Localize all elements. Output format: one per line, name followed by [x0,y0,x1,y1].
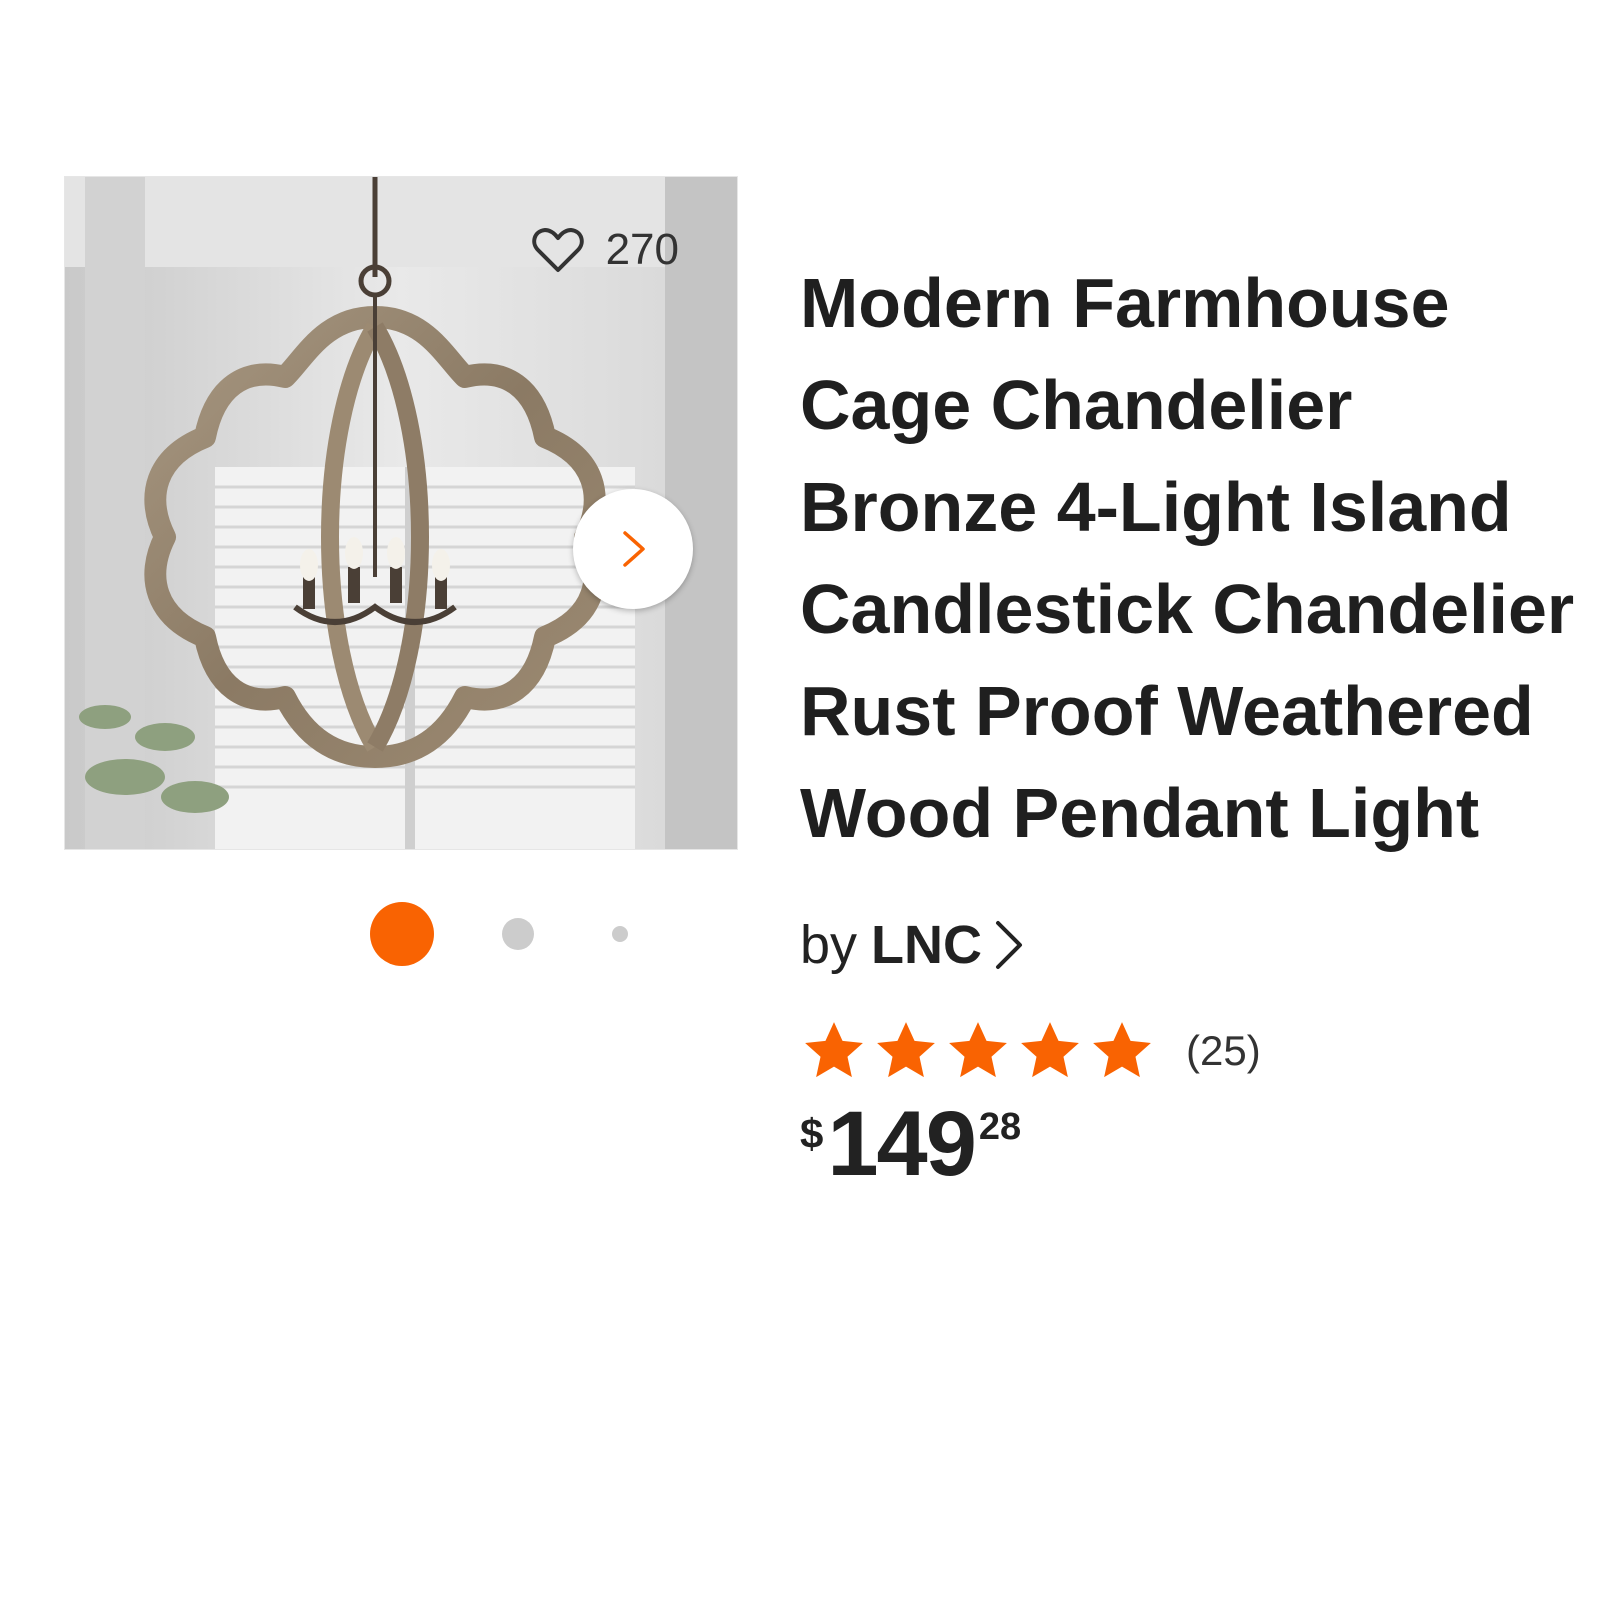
chevron-right-icon [996,921,1023,969]
price-dollars: 149 [827,1093,976,1195]
brand-prefix: by [800,915,858,975]
carousel-dot-active[interactable] [370,902,434,966]
star-rating [800,1018,1156,1084]
star-icon [949,1022,1007,1078]
product-title: Modern Farmhouse Cage Chandelier Bronze … [800,264,1575,852]
carousel-dot[interactable] [612,926,628,942]
favorite-button[interactable]: 270 [531,225,679,274]
brand-name: LNC [871,915,983,975]
price-currency: $ [800,1110,824,1157]
review-count: (25) [1186,1027,1261,1074]
product-image-carousel[interactable]: 270 [64,176,738,850]
star-icon [805,1022,863,1078]
product-card: 270 Modern Farmhouse Cage Chandelier Bro… [0,0,1600,1600]
brand-link[interactable]: by LNC [800,914,1590,976]
carousel-pagination [370,902,640,966]
star-icon [877,1022,935,1078]
chevron-right-icon [623,531,645,567]
star-icon [1021,1022,1079,1078]
heart-outline-icon [531,228,584,272]
price: $ 149 28 [800,1098,1590,1190]
carousel-dot[interactable] [502,918,534,950]
price-cents: 28 [978,1106,1022,1148]
next-image-button[interactable] [573,489,693,609]
star-icon [1093,1022,1151,1078]
product-info: Modern Farmhouse Cage Chandelier Bronze … [800,252,1590,1190]
rating[interactable]: (25) [800,1018,1590,1084]
favorites-count: 270 [605,225,679,274]
